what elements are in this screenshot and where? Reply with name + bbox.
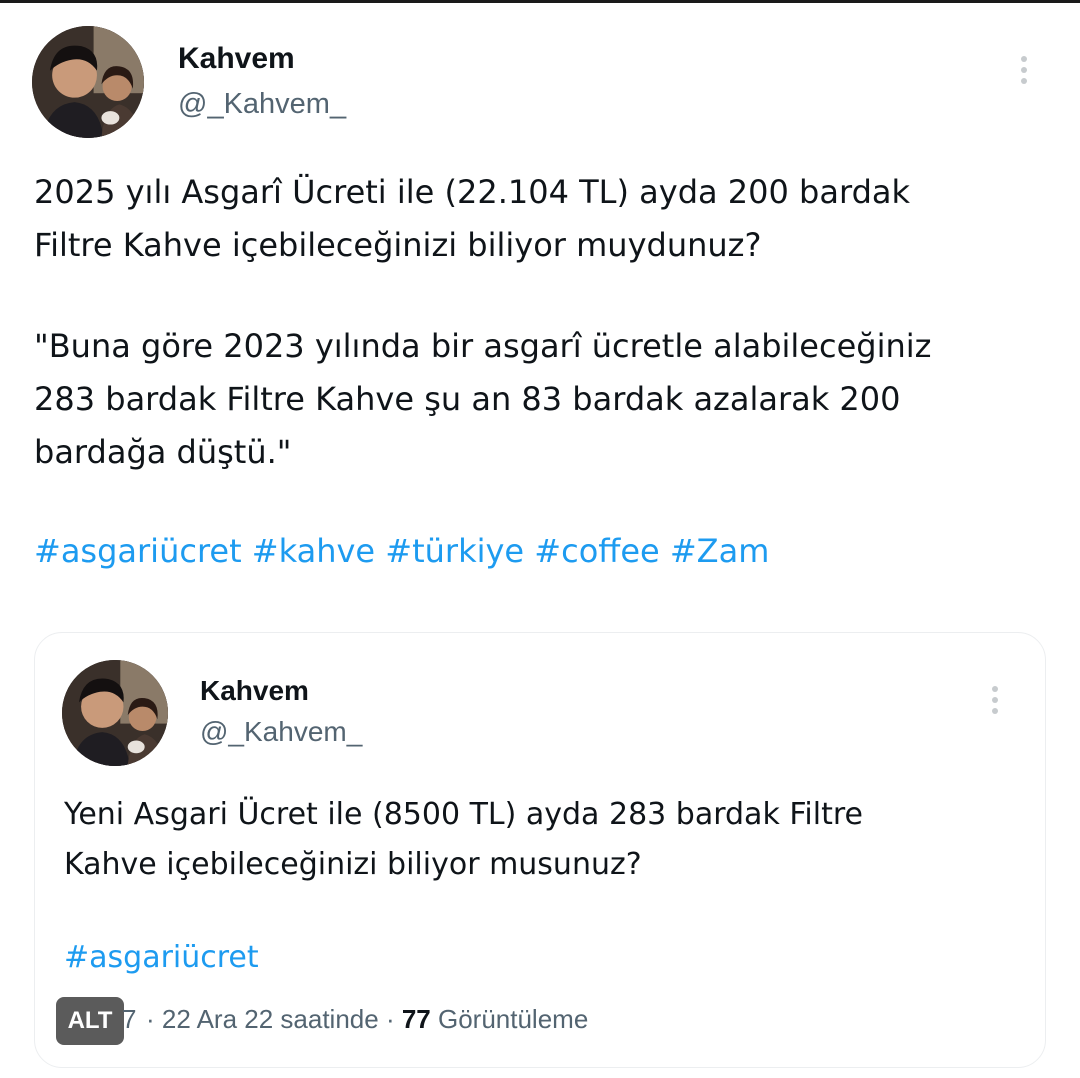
hashtag-link[interactable]: #kahve bbox=[252, 532, 375, 570]
tweet-body: 2025 yılı Asgarî Ücreti ile (22.104 TL) … bbox=[34, 166, 910, 272]
author-name[interactable]: Kahvem bbox=[178, 42, 295, 76]
author-handle[interactable]: @_Kahvem_ bbox=[178, 88, 346, 121]
hashtag-link[interactable]: #Zam bbox=[670, 532, 770, 570]
view-label: Görüntüleme bbox=[430, 1004, 589, 1034]
hashtag-link[interactable]: #asgariücret bbox=[34, 532, 242, 570]
tweet-body-line: bardağa düştü." bbox=[34, 433, 292, 471]
hashtag-list: #asgariücret #kahve #türkiye #coffee #Za… bbox=[34, 532, 769, 570]
hashtag-link[interactable]: #türkiye bbox=[385, 532, 524, 570]
avatar-photo bbox=[62, 660, 168, 766]
hashtag-link[interactable]: #coffee bbox=[534, 532, 659, 570]
quoted-body-line: Yeni Asgari Ücret ile (8500 TL) ayda 283… bbox=[64, 797, 863, 832]
quoted-more-options-icon[interactable] bbox=[990, 686, 1000, 719]
tweet-body-line: Filtre Kahve içebileceğinizi biliyor muy… bbox=[34, 226, 762, 264]
alt-text-badge[interactable]: ALT bbox=[56, 997, 124, 1045]
tweet-body-line: 2025 yılı Asgarî Ücreti ile (22.104 TL) … bbox=[34, 173, 911, 211]
quoted-body-line: Kahve içebileceğinizi biliyor musunuz? bbox=[64, 847, 642, 882]
tweet-body-line: "Buna göre 2023 yılında bir asgarî ücret… bbox=[34, 327, 932, 365]
tweet-quote-text: "Buna göre 2023 yılında bir asgarî ücret… bbox=[34, 320, 931, 479]
view-count: 77 bbox=[401, 1004, 431, 1034]
tweet-meta: · 22 Ara 22 saatinde · 77 Görüntüleme bbox=[146, 1004, 588, 1035]
author-avatar[interactable] bbox=[32, 26, 144, 138]
meta-time-prefix: 7 bbox=[122, 1004, 137, 1034]
hashtag-link[interactable]: #asgariücret bbox=[64, 940, 259, 975]
quoted-tweet-body: Yeni Asgari Ücret ile (8500 TL) ayda 283… bbox=[64, 790, 863, 890]
avatar-photo bbox=[32, 26, 144, 138]
quoted-hashtag-list: #asgariücret bbox=[64, 940, 259, 975]
tweet-date[interactable]: · 22 Ara 22 saatinde · bbox=[146, 1004, 402, 1034]
quoted-author-avatar[interactable] bbox=[62, 660, 168, 766]
more-options-icon[interactable] bbox=[1019, 56, 1029, 89]
quoted-author-name[interactable]: Kahvem bbox=[200, 675, 309, 707]
quoted-author-handle[interactable]: @_Kahvem_ bbox=[200, 716, 362, 748]
top-border bbox=[0, 0, 1080, 3]
tweet-body-line: 283 bardak Filtre Kahve şu an 83 bardak … bbox=[34, 380, 901, 418]
